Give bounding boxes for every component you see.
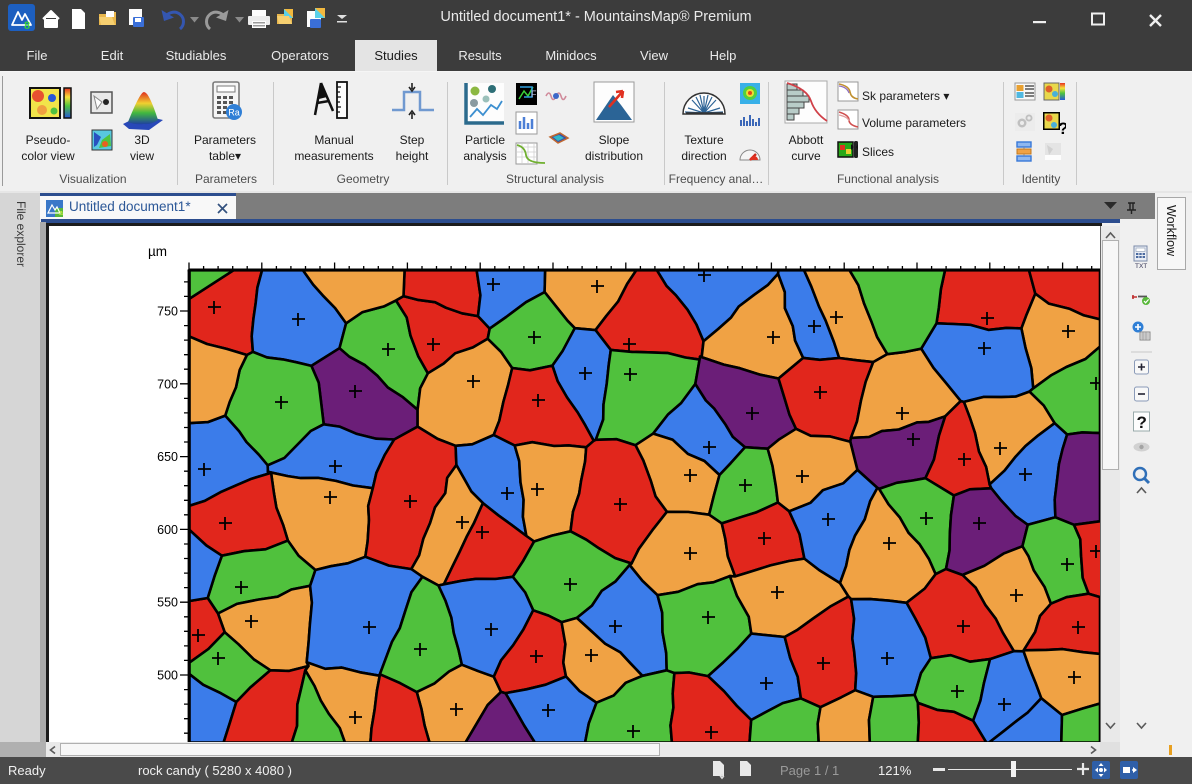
svg-text:?: ? (1058, 119, 1066, 138)
svg-text:F: F (531, 89, 537, 99)
svg-text:TXT: TXT (1135, 263, 1147, 270)
svg-text:700: 700 (157, 377, 178, 391)
svg-text:?: ? (1137, 413, 1147, 432)
svg-text:550: 550 (157, 596, 178, 610)
svg-text:750: 750 (157, 305, 178, 319)
svg-text:µm: µm (148, 244, 167, 259)
svg-text:600: 600 (157, 523, 178, 537)
svg-text:Ra: Ra (228, 108, 240, 118)
svg-text:500: 500 (157, 669, 178, 683)
svg-text:a: a (59, 210, 63, 217)
svg-text:650: 650 (157, 450, 178, 464)
